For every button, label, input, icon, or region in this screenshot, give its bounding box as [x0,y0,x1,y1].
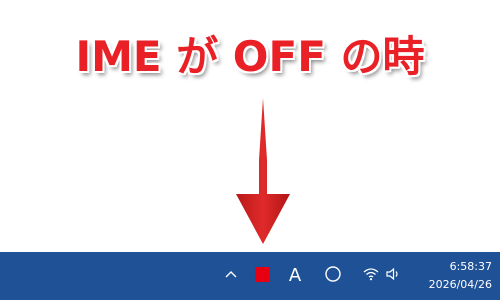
down-arrow-annotation [236,98,290,244]
taskbar-clock[interactable]: 6:58:37 2026/04/26 [414,258,492,294]
speaker-icon[interactable] [384,265,402,283]
wifi-icon[interactable] [362,265,380,283]
clock-time: 6:58:37 [449,260,492,273]
ime-off-indicator-icon[interactable] [255,267,270,282]
annotation-caption: IME が OFF の時 [75,32,425,81]
moon-icon[interactable] [323,264,343,284]
chevron-up-icon[interactable] [222,266,240,284]
ime-input-mode-button[interactable]: A [285,263,305,287]
clock-date: 2026/04/26 [428,278,492,291]
